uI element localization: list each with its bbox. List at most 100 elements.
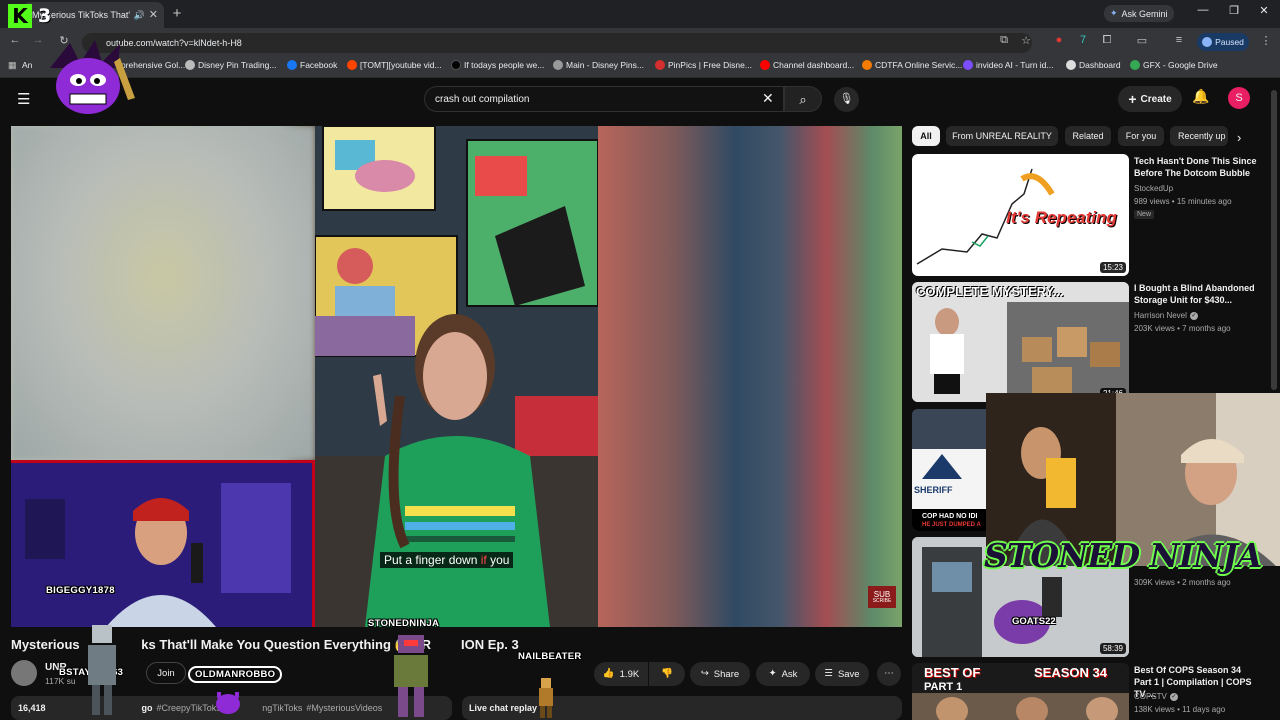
recommended-channel[interactable]: StockedUp: [1134, 184, 1173, 193]
account-avatar[interactable]: S: [1228, 87, 1250, 109]
install-icon[interactable]: ⧉: [996, 34, 1012, 47]
view-count: 16,418: [18, 703, 46, 713]
plus-icon: +: [1128, 91, 1137, 107]
voice-search-button[interactable]: 🎙: [834, 87, 859, 112]
search-input[interactable]: crash out compilation: [424, 86, 784, 112]
pixel-bug-sprite-icon: [216, 692, 240, 714]
save-button[interactable]: ☰ Save: [815, 662, 869, 686]
pixel-robot-sprite-icon: [394, 635, 428, 717]
bookmark-item[interactable]: Disney Pin Trading...: [185, 60, 276, 70]
hashtag[interactable]: #MysteriousVideos: [306, 703, 382, 713]
live-chat-replay-bar[interactable]: Live chat replay: [462, 696, 902, 720]
overlay-username: NAILBEATER: [518, 651, 582, 662]
recommended-meta: 989 views • 15 minutes ago: [1134, 197, 1232, 206]
more-actions-button[interactable]: ⋯: [877, 662, 901, 686]
thumbs-up-icon: 👍: [602, 668, 615, 680]
channel-avatar[interactable]: [11, 660, 37, 686]
bookmark-item[interactable]: If todays people we...: [451, 60, 544, 70]
browser-tab-strip: [0, 0, 1280, 28]
extension-opera-icon[interactable]: ●: [1051, 34, 1067, 46]
bookmark-label: If todays people we...: [464, 60, 545, 70]
recommended-meta: 138K views • 11 days ago: [1134, 705, 1226, 714]
dislike-button[interactable]: 👎: [649, 662, 685, 686]
bookmark-item[interactable]: An: [22, 60, 32, 70]
tab-close-icon[interactable]: ✕: [149, 9, 158, 21]
recommended-meta: 203K views • 7 months ago: [1134, 324, 1231, 333]
bookmark-item[interactable]: Dashboard: [1066, 60, 1121, 70]
chip-all[interactable]: All: [912, 126, 940, 146]
apps-grid-icon[interactable]: ▦: [8, 61, 17, 70]
verified-icon: ✓: [1189, 311, 1198, 320]
bookmark-item[interactable]: GFX - Google Drive: [1130, 60, 1218, 70]
notifications-bell-icon[interactable]: 🔔: [1192, 89, 1209, 103]
recommended-title[interactable]: I Bought a Blind Abandoned Storage Unit …: [1134, 282, 1259, 306]
chip-recently-uploaded[interactable]: Recently up: [1170, 126, 1228, 146]
minimize-icon[interactable]: —: [1195, 4, 1211, 16]
ask-button[interactable]: ✦ Ask: [756, 662, 810, 686]
recommended-thumbnail[interactable]: It's Repeating 15:23: [912, 154, 1129, 276]
hashtag[interactable]: ngTikToks: [262, 703, 302, 713]
bookmark-label: Main - Disney Pins...: [566, 60, 644, 70]
bookmark-item[interactable]: Channel dashboard...: [760, 60, 854, 70]
chip-from-channel[interactable]: From UNREAL REALITY: [946, 126, 1058, 146]
recommended-thumbnail[interactable]: COMPLETE MYSTERY... 21:46: [912, 282, 1129, 402]
facebook-icon: [287, 60, 297, 70]
thumbnail-text: It's Repeating: [1006, 208, 1117, 227]
search-button[interactable]: ⌕: [784, 86, 822, 112]
side-panel-icon[interactable]: ▭: [1134, 34, 1150, 47]
tab-audio-icon[interactable]: 🔊: [134, 10, 145, 20]
create-button[interactable]: + Create: [1118, 86, 1182, 112]
bookmark-item[interactable]: Facebook: [287, 60, 337, 70]
bookmark-item[interactable]: PinPics | Free Disne...: [655, 60, 752, 70]
like-button[interactable]: 👍 1.9K: [594, 662, 648, 686]
overlay-username: STONEDNINJA: [368, 618, 440, 629]
chip-for-you[interactable]: For you: [1118, 126, 1164, 146]
browser-menu-icon[interactable]: ⋮: [1258, 34, 1274, 47]
back-icon[interactable]: ←: [7, 34, 23, 46]
ask-gemini-button[interactable]: ✦ Ask Gemini: [1104, 5, 1174, 22]
search-query-text: crash out compilation: [435, 93, 530, 105]
hamburger-menu-icon[interactable]: ☰: [17, 92, 30, 107]
profile-paused-button[interactable]: Paused: [1197, 33, 1249, 51]
address-bar[interactable]: outube.com/watch?v=klNdet-h-H8: [82, 33, 1032, 53]
subscribe-watermark[interactable]: SUB SCRIBE: [868, 586, 896, 608]
bookmark-label: [TOMT][youtube vid...: [360, 60, 442, 70]
ask-gemini-label: Ask Gemini: [1121, 8, 1168, 19]
bookmark-label: Channel dashboard...: [773, 60, 855, 70]
blurred-background-right: [598, 126, 902, 627]
maximize-icon[interactable]: ❐: [1226, 4, 1242, 17]
kick-logo: K: [8, 4, 32, 28]
bookmark-item[interactable]: [TOMT][youtube vid...: [347, 60, 442, 70]
extension-7tv-icon[interactable]: 7: [1075, 34, 1091, 46]
share-button[interactable]: ↪ Share: [690, 662, 750, 686]
chips-next-chevron-icon[interactable]: ›: [1237, 131, 1241, 144]
recommended-channel[interactable]: Harrison Nevel ✓: [1134, 311, 1198, 320]
clear-search-icon[interactable]: ✕: [762, 91, 774, 105]
recommended-channel[interactable]: COPSTV ✓: [1134, 692, 1178, 701]
recommended-thumbnail[interactable]: SHERIFF COP HAD NO IDI HE JUST DUMPED A: [912, 409, 992, 531]
bookmark-item[interactable]: Main - Disney Pins...: [553, 60, 644, 70]
chip-related[interactable]: Related: [1065, 126, 1111, 146]
media-controls-icon[interactable]: ≡: [1171, 34, 1187, 46]
new-tab-icon[interactable]: +: [170, 6, 184, 21]
storage-unit-thumbnail: [912, 282, 1129, 402]
join-button[interactable]: Join: [146, 662, 186, 684]
video-player[interactable]: Put a finger down if you SUB SCRIBE: [11, 126, 902, 627]
bookmark-label: invideo AI - Turn id...: [976, 60, 1054, 70]
page-scrollbar[interactable]: [1271, 90, 1277, 390]
recommended-thumbnail[interactable]: BEST OF SEASON 34 PART 1: [912, 663, 1129, 720]
close-window-icon[interactable]: ✕: [1256, 4, 1272, 17]
share-label: Share: [713, 668, 740, 680]
bookmark-favicon-icon: [185, 60, 195, 70]
caption-text-pre: Put a finger down: [384, 553, 481, 567]
webcam-scene: [11, 463, 312, 627]
recommended-meta: 309K views • 2 months ago: [1134, 578, 1231, 587]
recommended-title[interactable]: Tech Hasn't Done This Since Before The D…: [1134, 155, 1259, 179]
bookmark-star-icon[interactable]: ☆: [1018, 34, 1034, 47]
bookmark-item[interactable]: CDTFA Online Servic...: [862, 60, 962, 70]
caption-text-post: you: [486, 553, 510, 567]
hashtag[interactable]: #CreepyTikToks: [157, 703, 221, 713]
save-label: Save: [837, 668, 860, 680]
bookmark-item[interactable]: invideo AI - Turn id...: [963, 60, 1053, 70]
extensions-puzzle-icon[interactable]: ⧠: [1099, 34, 1115, 47]
